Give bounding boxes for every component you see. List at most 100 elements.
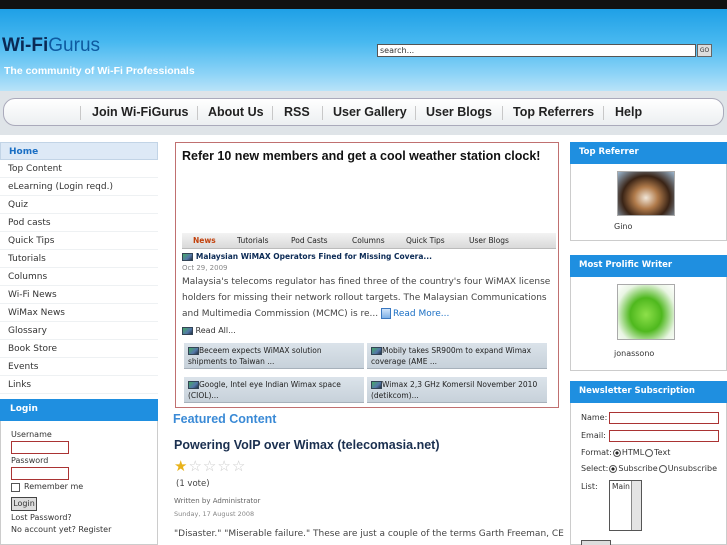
sidebar-item-links[interactable]: Links xyxy=(0,376,158,394)
sidebar-item-elearning[interactable]: eLearning (Login reqd.) xyxy=(0,178,158,196)
sidebar-item-events[interactable]: Events xyxy=(0,358,158,376)
list-select[interactable]: Main xyxy=(609,480,642,531)
list-label: List: xyxy=(581,482,598,491)
read-more-link[interactable]: Read More... xyxy=(393,309,449,319)
nav-wrapper: Join Wi-FiGurus About Us RSS User Galler… xyxy=(0,91,727,135)
star-icon[interactable]: ★ xyxy=(174,457,188,475)
nav-user-blogs[interactable]: User Blogs xyxy=(426,105,492,119)
password-field[interactable] xyxy=(11,467,69,480)
star-icon[interactable]: ☆ xyxy=(217,457,231,475)
sidebar-item-quiz[interactable]: Quiz xyxy=(0,196,158,214)
search-go-button[interactable]: GO xyxy=(697,44,712,57)
mini-news-text: Google, Intel eye Indian Wimax space (CI… xyxy=(188,380,341,400)
email-label: Email: xyxy=(581,431,606,440)
sidebar-item-tutorials[interactable]: Tutorials xyxy=(0,250,158,268)
sidebar-item-quick-tips[interactable]: Quick Tips xyxy=(0,232,158,250)
nav-separator xyxy=(603,106,604,120)
article-text: "Disaster." "Miserable failure." These a… xyxy=(174,529,564,539)
list-option[interactable]: Main xyxy=(612,482,630,491)
format-html-label: HTML xyxy=(621,448,645,457)
login-button[interactable]: Login xyxy=(11,497,37,511)
article-title[interactable]: Powering VoIP over Wimax (telecomasia.ne… xyxy=(174,438,439,452)
nav-top-referrers[interactable]: Top Referrers xyxy=(513,105,594,119)
sidebar-item-wimax-news[interactable]: WiMax News xyxy=(0,304,158,322)
prolific-writer-avatar[interactable] xyxy=(617,284,675,340)
lost-password-link[interactable]: Lost Password? xyxy=(11,513,72,522)
tab-user-blogs[interactable]: User Blogs xyxy=(469,236,509,245)
subscribe-radio[interactable] xyxy=(609,464,618,473)
mini-news-item[interactable]: Beceem expects WiMAX solution shipments … xyxy=(184,343,364,369)
sidebar-item-top-content[interactable]: Top Content xyxy=(0,160,158,178)
format-row: Format: HTML Text xyxy=(581,448,670,457)
promo-title[interactable]: Refer 10 new members and get a cool weat… xyxy=(182,149,540,163)
sidebar-item-podcasts[interactable]: Pod casts xyxy=(0,214,158,232)
star-icon[interactable]: ☆ xyxy=(232,457,246,475)
sidebar-item-home[interactable]: Home xyxy=(0,142,158,160)
sidebar-item-book-store[interactable]: Book Store xyxy=(0,340,158,358)
article-date: Sunday, 17 August 2008 xyxy=(174,510,255,518)
sidebar-item-columns[interactable]: Columns xyxy=(0,268,158,286)
tab-quick-tips[interactable]: Quick Tips xyxy=(406,236,445,245)
read-all-link[interactable]: Read All... xyxy=(182,326,236,335)
logo-wi: Wi-Fi xyxy=(2,35,49,56)
nav-separator xyxy=(415,106,416,120)
format-html-radio[interactable] xyxy=(612,448,621,457)
username-field[interactable] xyxy=(11,441,69,454)
site-tagline: The community of Wi-Fi Professionals xyxy=(4,65,195,77)
select-row: Select: Subscribe Unsubscribe xyxy=(581,464,717,473)
mini-news-item[interactable]: Mobily takes SR900m to expand Wimax cove… xyxy=(367,343,547,369)
star-icon[interactable]: ☆ xyxy=(203,457,217,475)
tab-news[interactable]: News xyxy=(193,236,216,245)
format-text-label: Text xyxy=(654,448,671,457)
search-input[interactable]: search... xyxy=(377,44,696,57)
news-headline[interactable]: Malaysian WiMAX Operators Fined for Miss… xyxy=(182,252,556,272)
featured-heading[interactable]: Featured Content xyxy=(173,412,276,426)
page-content: Home Top Content eLearning (Login reqd.)… xyxy=(0,135,727,545)
promo-box: Refer 10 new members and get a cool weat… xyxy=(175,142,559,408)
nav-user-gallery[interactable]: User Gallery xyxy=(333,105,407,119)
select-label: Select: xyxy=(581,464,609,473)
format-label: Format: xyxy=(581,448,612,457)
top-referrer-title: Top Referrer xyxy=(570,142,727,164)
login-title: Login xyxy=(0,399,158,421)
format-text-radio[interactable] xyxy=(645,448,654,457)
news-tabs: News Tutorials Pod Casts Columns Quick T… xyxy=(182,233,556,249)
newsletter-title: Newsletter Subscription xyxy=(570,381,727,403)
nav-separator xyxy=(322,106,323,120)
read-all-icon xyxy=(182,326,193,335)
nav-rss[interactable]: RSS xyxy=(284,105,310,119)
nav-about-us[interactable]: About Us xyxy=(208,105,264,119)
rating-stars[interactable]: ★☆☆☆☆ xyxy=(174,457,246,475)
mini-news-icon xyxy=(371,381,382,389)
subscribe-label: Subscribe xyxy=(618,464,658,473)
mini-news-icon xyxy=(371,347,382,355)
nav-help[interactable]: Help xyxy=(615,105,642,119)
news-title-link[interactable]: Malaysian WiMAX Operators Fined for Miss… xyxy=(196,252,432,261)
star-icon[interactable]: ☆ xyxy=(188,457,202,475)
sidebar-item-wifi-news[interactable]: Wi-Fi News xyxy=(0,286,158,304)
register-link[interactable]: No account yet? Register xyxy=(11,525,111,534)
mini-news-item[interactable]: Wimax 2,3 GHz Komersil November 2010 (de… xyxy=(367,377,547,403)
site-logo[interactable]: Wi-FiGurus xyxy=(2,35,100,57)
tab-tutorials[interactable]: Tutorials xyxy=(237,236,268,245)
article-author: Administrator xyxy=(212,497,261,505)
mini-news-item[interactable]: Google, Intel eye Indian Wimax space (CI… xyxy=(184,377,364,403)
remember-me-checkbox[interactable] xyxy=(11,483,20,492)
remember-me-label: Remember me xyxy=(24,482,84,491)
tab-pod-casts[interactable]: Pod Casts xyxy=(291,236,328,245)
top-referrer-avatar[interactable] xyxy=(617,171,675,216)
newsletter-submit-button[interactable] xyxy=(581,540,611,545)
newsletter-box xyxy=(570,403,727,545)
unsubscribe-radio[interactable] xyxy=(658,464,667,473)
sidebar-item-glossary[interactable]: Glossary xyxy=(0,322,158,340)
email-field[interactable] xyxy=(609,430,719,442)
written-by-label: Written by xyxy=(174,497,211,505)
top-referrer-name[interactable]: Gino xyxy=(614,222,632,231)
tab-columns[interactable]: Columns xyxy=(352,236,385,245)
nav-join[interactable]: Join Wi-FiGurus xyxy=(92,105,188,119)
mini-news-text: Wimax 2,3 GHz Komersil November 2010 (de… xyxy=(371,380,538,400)
list-scrollbar[interactable] xyxy=(631,481,641,530)
name-field[interactable] xyxy=(609,412,719,424)
article-author-line: Written by Administrator xyxy=(174,497,260,505)
prolific-writer-name[interactable]: jonassono xyxy=(614,349,654,358)
